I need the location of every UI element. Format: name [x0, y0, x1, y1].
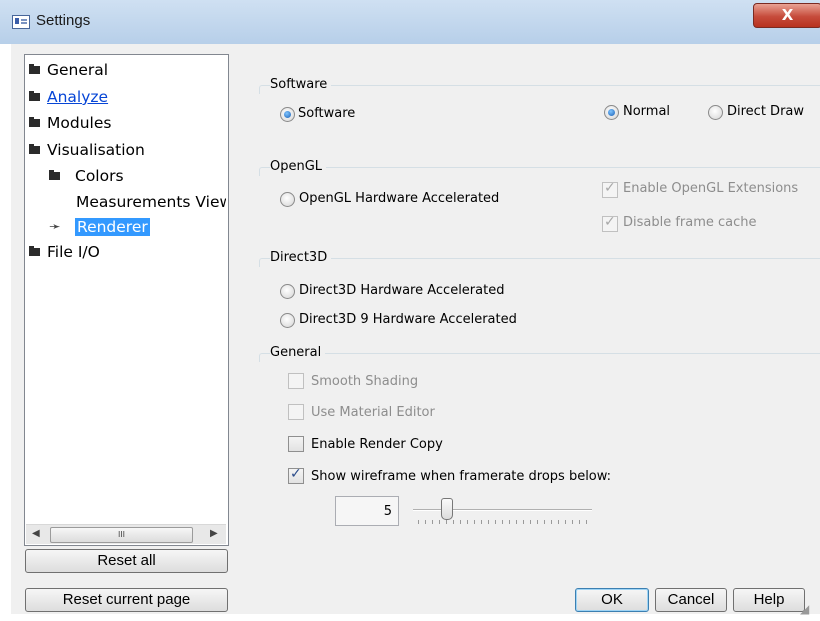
enable-opengl-extensions-label: Enable OpenGL Extensions [623, 181, 799, 196]
direct-draw-radio[interactable] [708, 105, 723, 120]
title-bar: Settings X [0, 0, 820, 44]
tree-item-label: File I/O [47, 243, 100, 261]
scroll-right-icon[interactable]: ▶ [210, 528, 218, 539]
reset-current-page-button[interactable]: Reset current page [25, 588, 228, 612]
window-title: Settings [36, 12, 91, 29]
direct3d-hardware-label: Direct3D Hardware Accelerated [299, 283, 505, 298]
use-material-editor-checkbox[interactable] [288, 404, 304, 420]
software-radio-label: Software [298, 106, 356, 121]
direct3d9-hardware-label: Direct3D 9 Hardware Accelerated [299, 312, 517, 327]
disable-frame-cache-checkbox[interactable] [602, 214, 618, 232]
scroll-left-icon[interactable]: ◀ [32, 528, 40, 539]
enable-opengl-extensions-checkbox[interactable] [602, 180, 618, 198]
arrow-right-icon: ➛ [49, 219, 61, 235]
framerate-slider-thumb[interactable] [441, 498, 453, 520]
direct-draw-radio-label: Direct Draw [727, 104, 805, 119]
tree-item-measurements-view[interactable]: Measurements View [76, 191, 226, 213]
tree-item-colors[interactable]: Colors [49, 165, 124, 187]
tree-item-label: Measurements View [76, 193, 226, 211]
opengl-hardware-radio[interactable] [280, 192, 295, 207]
group-title: OpenGL [270, 159, 327, 174]
tree-item-analyze[interactable]: Analyze [29, 86, 108, 108]
normal-radio-label: Normal [623, 104, 671, 119]
settings-tree: General Analyze Modules Visualisation Co… [24, 54, 229, 546]
disable-frame-cache-label: Disable frame cache [623, 215, 757, 230]
tree-item-label: Colors [75, 167, 124, 185]
group-border [259, 167, 820, 176]
folder-icon [29, 64, 40, 74]
app-icon [12, 15, 30, 29]
tree-horizontal-scrollbar[interactable]: ◀ III ▶ [26, 524, 226, 544]
slider-ticks [418, 520, 588, 524]
group-title: Direct3D [270, 250, 332, 265]
tree-item-general[interactable]: General [29, 59, 108, 81]
group-title: Software [270, 77, 332, 92]
enable-render-copy-label: Enable Render Copy [311, 437, 443, 452]
framerate-input[interactable]: 5 [335, 496, 399, 526]
folder-icon [29, 117, 40, 127]
direct3d-hardware-radio[interactable] [280, 284, 295, 299]
group-border [259, 353, 820, 362]
cancel-button[interactable]: Cancel [655, 588, 727, 612]
close-button[interactable]: X [753, 3, 820, 28]
direct3d9-hardware-radio[interactable] [280, 313, 295, 328]
opengl-hardware-label: OpenGL Hardware Accelerated [299, 191, 500, 206]
tree-item-modules[interactable]: Modules [29, 112, 111, 134]
use-material-editor-label: Use Material Editor [311, 405, 435, 420]
tree-item-label: General [47, 61, 109, 79]
tree-item-label: Renderer [75, 218, 150, 236]
ok-button[interactable]: OK [575, 588, 649, 612]
help-button[interactable]: Help [733, 588, 805, 612]
reset-all-button[interactable]: Reset all [25, 549, 228, 573]
scroll-thumb[interactable]: III [50, 527, 193, 543]
group-border [259, 85, 820, 94]
tree-item-visualisation[interactable]: Visualisation [29, 139, 145, 161]
smooth-shading-label: Smooth Shading [311, 374, 419, 389]
software-radio[interactable] [280, 107, 295, 122]
framerate-slider-track[interactable] [413, 509, 592, 511]
resize-grip-icon[interactable]: ◢ [800, 602, 809, 616]
tree-item-renderer[interactable]: ➛ Renderer [49, 216, 150, 238]
folder-icon [29, 91, 40, 101]
tree-item-label: Modules [47, 114, 112, 132]
normal-radio[interactable] [604, 105, 619, 120]
enable-render-copy-checkbox[interactable] [288, 436, 304, 452]
tree-item-label[interactable]: Analyze [47, 88, 108, 106]
tree-item-file-io[interactable]: File I/O [29, 241, 100, 263]
show-wireframe-checkbox[interactable] [288, 466, 304, 484]
folder-icon [29, 144, 40, 154]
smooth-shading-checkbox[interactable] [288, 373, 304, 389]
settings-window: Settings X General Analyze Modules Visua… [0, 0, 820, 621]
group-border [259, 258, 820, 267]
show-wireframe-label: Show wireframe when framerate drops belo… [311, 469, 612, 484]
folder-icon [49, 170, 60, 180]
folder-icon [29, 246, 40, 256]
tree-item-label: Visualisation [47, 141, 145, 159]
group-title: General [270, 345, 326, 360]
